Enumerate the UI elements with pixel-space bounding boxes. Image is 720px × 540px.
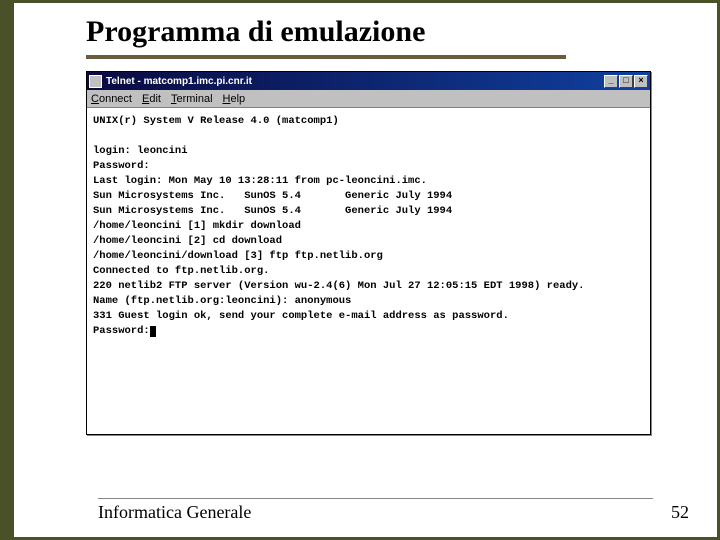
close-button[interactable]: × xyxy=(634,75,648,88)
footer: Informatica Generale 52 xyxy=(98,502,689,523)
menu-terminal[interactable]: Terminal xyxy=(171,93,213,105)
slide: Programma di emulazione Telnet - matcomp… xyxy=(0,0,720,540)
footer-left: Informatica Generale xyxy=(98,502,251,523)
app-icon xyxy=(89,75,102,88)
cursor-icon xyxy=(150,326,156,337)
slide-title: Programma di emulazione xyxy=(86,15,699,49)
minimize-button[interactable]: _ xyxy=(604,75,618,88)
maximize-button[interactable]: □ xyxy=(619,75,633,88)
footer-divider xyxy=(98,498,653,499)
menubar: Connect Edit Terminal Help xyxy=(87,90,650,108)
telnet-window: Telnet - matcomp1.imc.pi.cnr.it _ □ × Co… xyxy=(86,71,651,435)
title-underline xyxy=(86,55,566,59)
menu-edit[interactable]: Edit xyxy=(142,93,161,105)
titlebar: Telnet - matcomp1.imc.pi.cnr.it _ □ × xyxy=(87,72,650,90)
terminal-output[interactable]: UNIX(r) System V Release 4.0 (matcomp1) … xyxy=(87,108,650,434)
page-number: 52 xyxy=(671,502,689,523)
menu-help[interactable]: Help xyxy=(223,93,246,105)
menu-connect[interactable]: Connect xyxy=(91,93,132,105)
window-title: Telnet - matcomp1.imc.pi.cnr.it xyxy=(106,76,252,87)
